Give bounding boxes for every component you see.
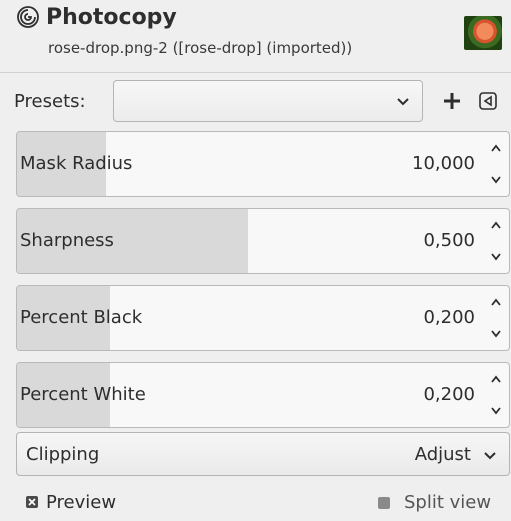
split-view-checkbox[interactable]: [378, 497, 390, 509]
chevron-up-icon[interactable]: [487, 217, 505, 235]
split-view-label: Split view: [404, 492, 492, 513]
spin-scale-label: Percent White: [20, 384, 146, 405]
clipping-value: Adjust: [414, 444, 471, 465]
plus-icon: [444, 93, 460, 109]
clipping-label: Clipping: [26, 444, 100, 465]
spin-scale-percent-black[interactable]: Percent Black 0,200: [16, 285, 510, 351]
presets-combobox[interactable]: [113, 80, 423, 122]
spin-scale-sharpness[interactable]: Sharpness 0,500: [16, 208, 510, 274]
image-thumbnail: [464, 16, 502, 50]
chevron-down-icon: [484, 452, 496, 460]
spin-scale-value[interactable]: 0,500: [423, 229, 475, 253]
spin-scale-value[interactable]: 10,000: [412, 152, 475, 176]
spin-scale-mask-radius[interactable]: Mask Radius 10,000: [16, 131, 510, 197]
header-separator: [0, 72, 511, 73]
spin-stepper: [483, 209, 509, 273]
preview-checkbox[interactable]: [26, 496, 38, 508]
chevron-up-icon[interactable]: [487, 371, 505, 389]
chevron-up-icon[interactable]: [487, 294, 505, 312]
dialog-header: Photocopy rose-drop.png-2 ([rose-drop] (…: [0, 0, 511, 72]
spin-stepper: [483, 286, 509, 350]
spin-scale-label: Mask Radius: [20, 153, 133, 174]
check-icon: [28, 498, 36, 506]
preview-label: Preview: [46, 492, 117, 513]
chevron-up-icon[interactable]: [487, 140, 505, 158]
presets-label: Presets:: [14, 91, 86, 112]
triangle-left-icon[interactable]: [479, 92, 497, 110]
chevron-down-icon[interactable]: [487, 401, 505, 419]
spin-stepper: [483, 363, 509, 427]
spin-stepper: [483, 132, 509, 196]
spin-scale-label: Sharpness: [20, 230, 114, 251]
gimp-icon: [17, 6, 39, 28]
spin-scale-percent-white[interactable]: Percent White 0,200: [16, 362, 510, 428]
chevron-down-icon[interactable]: [487, 247, 505, 265]
clipping-combobox[interactable]: Clipping Adjust: [16, 432, 510, 476]
spin-scale-value[interactable]: 0,200: [423, 383, 475, 407]
chevron-down-icon[interactable]: [487, 170, 505, 188]
image-subtitle: rose-drop.png-2 ([rose-drop] (imported)): [48, 39, 353, 57]
dialog-title: Photocopy: [46, 5, 177, 30]
spin-scale-value[interactable]: 0,200: [423, 306, 475, 330]
split-view-toggle[interactable]: Split view: [378, 490, 510, 516]
chevron-down-icon[interactable]: [487, 324, 505, 342]
spin-scale-label: Percent Black: [20, 307, 143, 328]
chevron-down-icon: [397, 98, 409, 106]
add-preset-button[interactable]: [440, 88, 464, 114]
